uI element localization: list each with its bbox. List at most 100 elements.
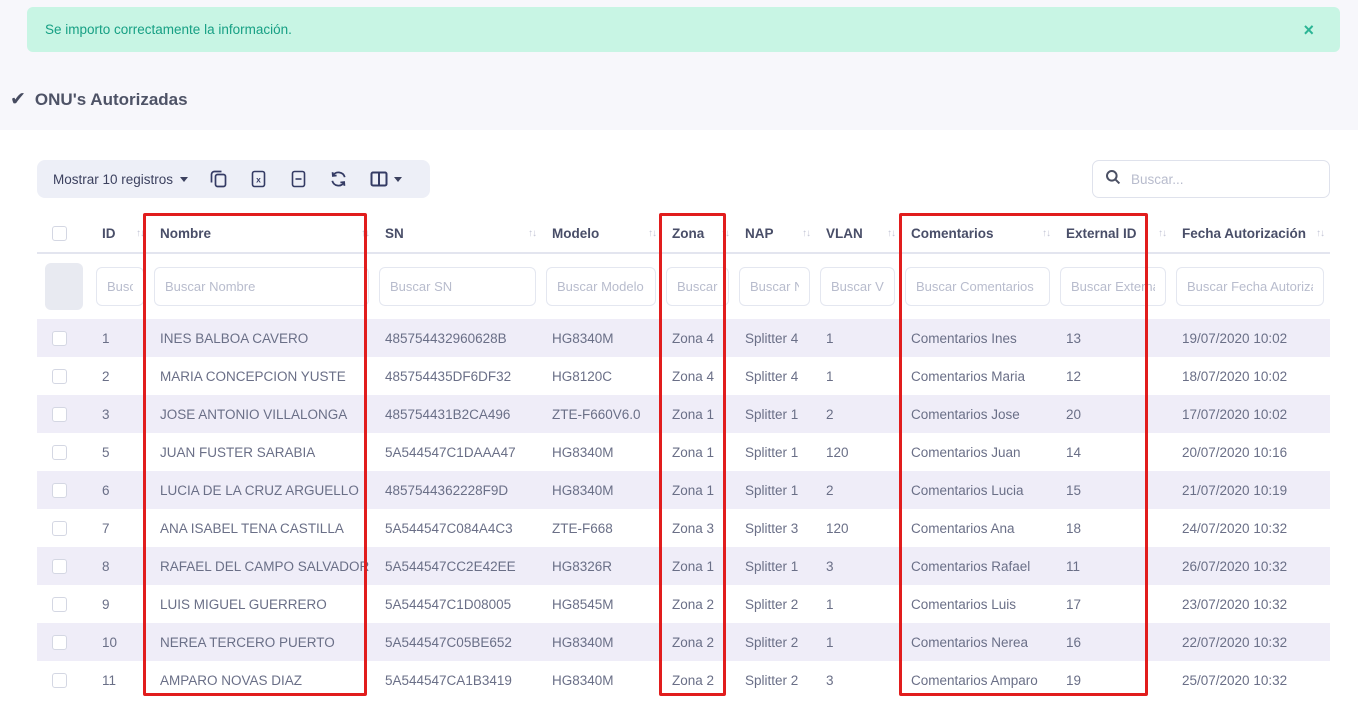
cell-comentarios: Comentarios Nerea [901,623,1056,661]
cell-comentarios: Comentarios Juan [901,433,1056,471]
cell-fecha: 20/07/2020 10:16 [1172,433,1330,471]
filter-input-sn[interactable] [379,267,536,306]
filter-input-external_id[interactable] [1060,267,1166,306]
cell-fecha: 24/07/2020 10:32 [1172,509,1330,547]
cell-nombre: NEREA TERCERO PUERTO [150,623,375,661]
row-checkbox[interactable] [52,521,67,536]
cell-id: 11 [92,661,150,699]
filter-cell [92,253,150,319]
cell-external_id: 13 [1056,319,1172,357]
filter-input-id[interactable] [96,267,144,306]
header-label-nombre: Nombre [160,226,211,241]
cell-zona: Zona 1 [662,433,735,471]
row-checkbox[interactable] [52,331,67,346]
table-row: 9LUIS MIGUEL GUERRERO5A544547C1D08005HG8… [37,585,1330,623]
cell-sn: 5A544547CC2E42EE [375,547,542,585]
cell-sn: 4857544362228F9D [375,471,542,509]
cell-sn: 5A544547CA1B3419 [375,661,542,699]
sort-icon[interactable]: ↑↓ [528,228,536,239]
cell-nap: Splitter 2 [735,623,816,661]
column-visibility-button[interactable] [358,160,414,198]
cell-external_id: 15 [1056,471,1172,509]
header-modelo[interactable]: Modelo↑↓ [542,215,662,253]
search-input[interactable] [1131,172,1317,187]
page-length-select[interactable]: Mostrar 10 registros [53,172,198,187]
cell-sn: 485754435DF6DF32 [375,357,542,395]
filter-input-modelo[interactable] [546,267,656,306]
header-nombre[interactable]: Nombre ↑↓ [150,215,375,253]
filter-cell [662,253,735,319]
filter-cell [1056,253,1172,319]
row-checkbox[interactable] [52,369,67,384]
cell-modelo: HG8340M [542,319,662,357]
header-label-id: ID [102,226,116,241]
cell-fecha: 26/07/2020 10:32 [1172,547,1330,585]
cell-vlan: 2 [816,471,901,509]
cell-comentarios: Comentarios Rafael [901,547,1056,585]
refresh-button[interactable] [318,160,358,198]
filter-input-vlan[interactable] [820,267,895,306]
header-nap[interactable]: NAP↑↓ [735,215,816,253]
filter-cell [375,253,542,319]
filter-input-nap[interactable] [739,267,810,306]
cell-vlan: 1 [816,319,901,357]
cell-modelo: ZTE-F668 [542,509,662,547]
cell-id: 9 [92,585,150,623]
cell-external_id: 14 [1056,433,1172,471]
table-row: 1INES BALBOA CAVERO485754432960628BHG834… [37,319,1330,357]
header-zona[interactable]: Zona↑↓ [662,215,735,253]
chevron-down-icon [394,177,402,182]
global-search [1092,160,1330,198]
cell-comentarios: Comentarios Ines [901,319,1056,357]
sort-icon[interactable]: ↑↓ [887,228,895,239]
filter-cell [901,253,1056,319]
header-sn[interactable]: SN↑↓ [375,215,542,253]
row-checkbox[interactable] [52,597,67,612]
copy-button[interactable] [198,160,238,198]
cell-vlan: 120 [816,509,901,547]
cell-sn: 5A544547C05BE652 [375,623,542,661]
filter-input-fecha[interactable] [1176,267,1324,306]
header-fecha[interactable]: Fecha Autorización↑↓ [1172,215,1330,253]
header-external_id[interactable]: External ID↑↓ [1056,215,1172,253]
sort-icon[interactable]: ↑↓ [1158,228,1166,239]
row-checkbox[interactable] [52,483,67,498]
filter-input-comentarios[interactable] [905,267,1050,306]
sort-icon[interactable]: ↑↓ [361,228,369,239]
alert-message: Se importo correctamente la información. [45,22,292,37]
export-file-button[interactable] [278,160,318,198]
close-icon[interactable]: × [1295,17,1322,43]
filter-input-nombre[interactable] [154,267,369,306]
row-checkbox[interactable] [52,445,67,460]
sort-icon[interactable]: ↑↓ [1042,228,1050,239]
cell-external_id: 12 [1056,357,1172,395]
header-id[interactable]: ID ↑↓ [92,215,150,253]
cell-id: 5 [92,433,150,471]
table-row: 8RAFAEL DEL CAMPO SALVADOR5A544547CC2E42… [37,547,1330,585]
cell-fecha: 17/07/2020 10:02 [1172,395,1330,433]
cell-vlan: 3 [816,661,901,699]
sort-icon[interactable]: ↑↓ [802,228,810,239]
sort-icon[interactable]: ↑↓ [136,228,144,239]
header-comentarios[interactable]: Comentarios↑↓ [901,215,1056,253]
select-all-checkbox[interactable] [52,226,67,241]
filter-cell [816,253,901,319]
cell-modelo: HG8545M [542,585,662,623]
cell-nap: Splitter 4 [735,357,816,395]
cell-modelo: HG8340M [542,661,662,699]
row-checkbox[interactable] [52,407,67,422]
sort-icon[interactable]: ↑↓ [648,228,656,239]
row-checkbox[interactable] [52,673,67,688]
export-excel-button[interactable]: x [238,160,278,198]
row-select-cell [37,509,92,547]
onu-table: ID↑↓Nombre↑↓SN↑↓Modelo↑↓Zona↑↓NAP↑↓VLAN↑… [37,215,1330,699]
row-checkbox[interactable] [52,635,67,650]
cell-nap: Splitter 2 [735,585,816,623]
row-checkbox[interactable] [52,559,67,574]
sort-icon[interactable]: ↑↓ [721,228,729,239]
sort-icon[interactable]: ↑↓ [1316,228,1324,239]
header-vlan[interactable]: VLAN↑↓ [816,215,901,253]
filter-input-zona[interactable] [666,267,729,306]
cell-id: 6 [92,471,150,509]
cell-comentarios: Comentarios Lucia [901,471,1056,509]
